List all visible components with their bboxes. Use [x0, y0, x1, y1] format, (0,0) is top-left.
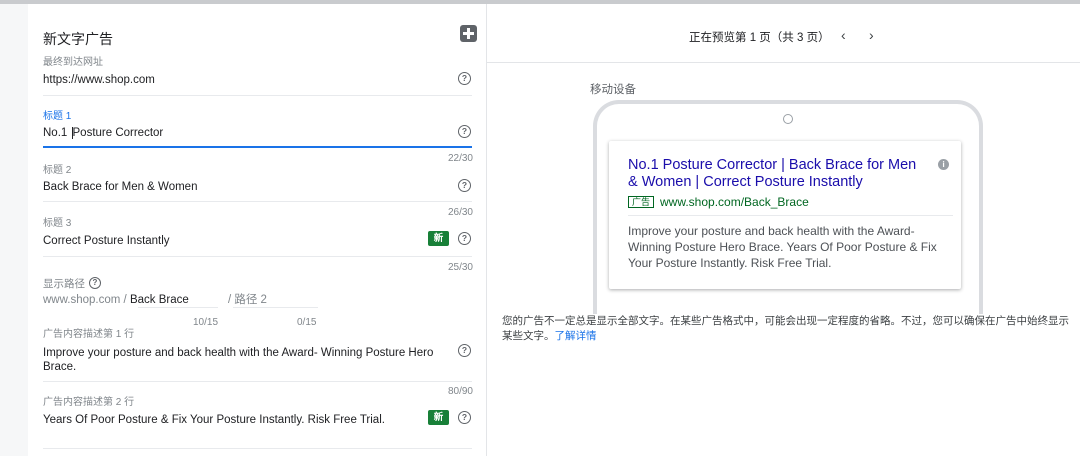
headline1-text-after: Posture Corrector — [72, 127, 164, 139]
ad-headline[interactable]: No.1 Posture Corrector | Back Brace for … — [628, 157, 928, 191]
path1-underline — [138, 307, 218, 308]
headline3-label: 标题 3 — [43, 218, 72, 229]
ad-description: Improve your posture and back health wit… — [628, 224, 937, 270]
new-badge: 新 — [428, 410, 449, 425]
desc1-input[interactable]: Improve your posture and back health wit… — [43, 346, 443, 374]
ad-separator — [628, 215, 953, 216]
help-circle-icon[interactable]: ? — [458, 125, 471, 138]
path-separator: / — [227, 294, 232, 306]
path1-char-count: 10/15 — [193, 317, 219, 328]
chevron-right-icon[interactable]: › — [869, 27, 874, 43]
desc1-char-count: 80/90 — [447, 386, 473, 397]
left-margin — [0, 4, 28, 456]
help-circle-icon[interactable]: ? — [89, 277, 101, 290]
help-circle-icon[interactable]: ? — [458, 344, 471, 357]
chevron-left-icon[interactable]: ‹ — [841, 27, 846, 43]
desc1-label: 广告内容描述第 1 行 — [43, 329, 135, 340]
ad-editor-panel: 新文字广告 最终到达网址 https://www.shop.com ? 标题 1… — [28, 4, 487, 456]
divider — [43, 201, 472, 202]
headline1-input[interactable]: No.1 Posture Corrector — [43, 126, 163, 140]
device-label: 移动设备 — [590, 84, 636, 96]
display-path-domain: www.shop.com / — [43, 294, 127, 306]
headline3-input[interactable]: Correct Posture Instantly — [43, 234, 170, 248]
preview-pager: 正在预览第 1 页（共 3 页） ‹ › — [487, 4, 1080, 63]
path1-input[interactable]: Back Brace — [130, 294, 189, 306]
camera-icon — [783, 114, 793, 124]
help-circle-icon[interactable]: ? — [458, 72, 471, 85]
path2-char-count: 0/15 — [297, 317, 317, 328]
headline2-input[interactable]: Back Brace for Men & Women — [43, 180, 197, 194]
learn-more-link[interactable]: 了解详情 — [555, 330, 597, 342]
form-title: 新文字广告 — [43, 31, 113, 47]
pager-text: 正在预览第 1 页（共 3 页） — [689, 32, 830, 44]
ad-badge: 广告 — [628, 196, 655, 208]
help-circle-icon[interactable]: ? — [458, 232, 471, 245]
desc2-label: 广告内容描述第 2 行 — [43, 397, 135, 408]
help-circle-icon[interactable]: ? — [458, 179, 471, 192]
headline3-char-count: 25/30 — [447, 262, 473, 273]
divider — [43, 448, 472, 449]
display-path-row: www.shop.com / Back Brace / 路径 2 — [43, 291, 267, 307]
desc2-input[interactable]: Years Of Poor Posture & Fix Your Posture… — [43, 413, 385, 427]
final-url-input[interactable]: https://www.shop.com — [43, 73, 155, 87]
final-url-label: 最终到达网址 — [43, 57, 103, 68]
headline1-text-before: No.1 — [43, 127, 71, 139]
display-path-label: 显示路径? — [43, 276, 101, 291]
focus-underline — [43, 146, 472, 148]
preview-notice: 您的广告不一定总是显示全部文字。在某些广告格式中，可能会出现一定程度的省略。不过… — [502, 314, 1072, 344]
headline1-char-count: 22/30 — [447, 153, 473, 164]
ad-preview-card: No.1 Posture Corrector | Back Brace for … — [609, 141, 961, 289]
path2-input[interactable]: 路径 2 — [234, 294, 267, 306]
info-icon[interactable]: i — [938, 159, 949, 170]
new-badge: 新 — [428, 231, 449, 246]
headline2-char-count: 26/30 — [447, 207, 473, 218]
divider — [43, 95, 472, 96]
add-box-icon[interactable] — [460, 25, 477, 42]
ad-url-row: 广告 www.shop.com/Back_Brace — [628, 195, 809, 209]
headline2-label: 标题 2 — [43, 165, 72, 176]
headline1-label: 标题 1 — [43, 111, 72, 122]
divider — [43, 256, 472, 257]
path2-underline — [233, 307, 318, 308]
display-path-label-text: 显示路径 — [43, 278, 85, 290]
ad-display-url: www.shop.com/Back_Brace — [660, 195, 809, 209]
help-circle-icon[interactable]: ? — [458, 411, 471, 424]
preview-panel: 正在预览第 1 页（共 3 页） ‹ › 移动设备 No.1 Posture C… — [487, 4, 1080, 456]
divider — [43, 381, 472, 382]
phone-frame: No.1 Posture Corrector | Back Brace for … — [593, 100, 983, 314]
